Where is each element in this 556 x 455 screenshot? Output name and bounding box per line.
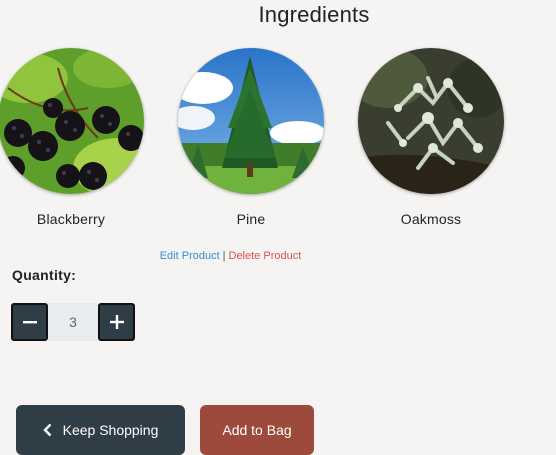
ingredient-name: Pine [236, 211, 266, 227]
product-admin-links: Edit Product | Delete Product [0, 250, 461, 262]
quantity-input[interactable] [48, 303, 98, 341]
minus-icon [22, 321, 37, 324]
link-separator: | [222, 250, 226, 262]
ingredient-card-blackberry: Blackberry [0, 48, 145, 227]
ingredients-heading: Ingredients [258, 2, 370, 27]
pine-image [178, 48, 324, 194]
ingredient-card-pine: Pine [177, 48, 325, 227]
delete-product-link[interactable]: Delete Product [229, 250, 302, 262]
add-to-bag-button[interactable]: Add to Bag [200, 405, 314, 455]
decrement-button[interactable] [11, 303, 48, 341]
ingredient-name: Blackberry [36, 211, 106, 227]
oakmoss-image [358, 48, 504, 194]
plus-icon [109, 315, 124, 329]
quantity-stepper [11, 303, 135, 341]
quantity-label: Quantity: [12, 267, 77, 283]
edit-product-link[interactable]: Edit Product [160, 250, 220, 262]
keep-shopping-button[interactable]: Keep Shopping [16, 405, 185, 455]
increment-button[interactable] [98, 303, 135, 341]
blackberry-image [0, 48, 144, 194]
ingredient-name: Oakmoss [400, 211, 462, 227]
chevron-left-icon [42, 423, 52, 437]
keep-shopping-label: Keep Shopping [62, 422, 159, 438]
add-to-bag-label: Add to Bag [222, 422, 292, 438]
ingredient-card-oakmoss: Oakmoss [357, 48, 505, 227]
